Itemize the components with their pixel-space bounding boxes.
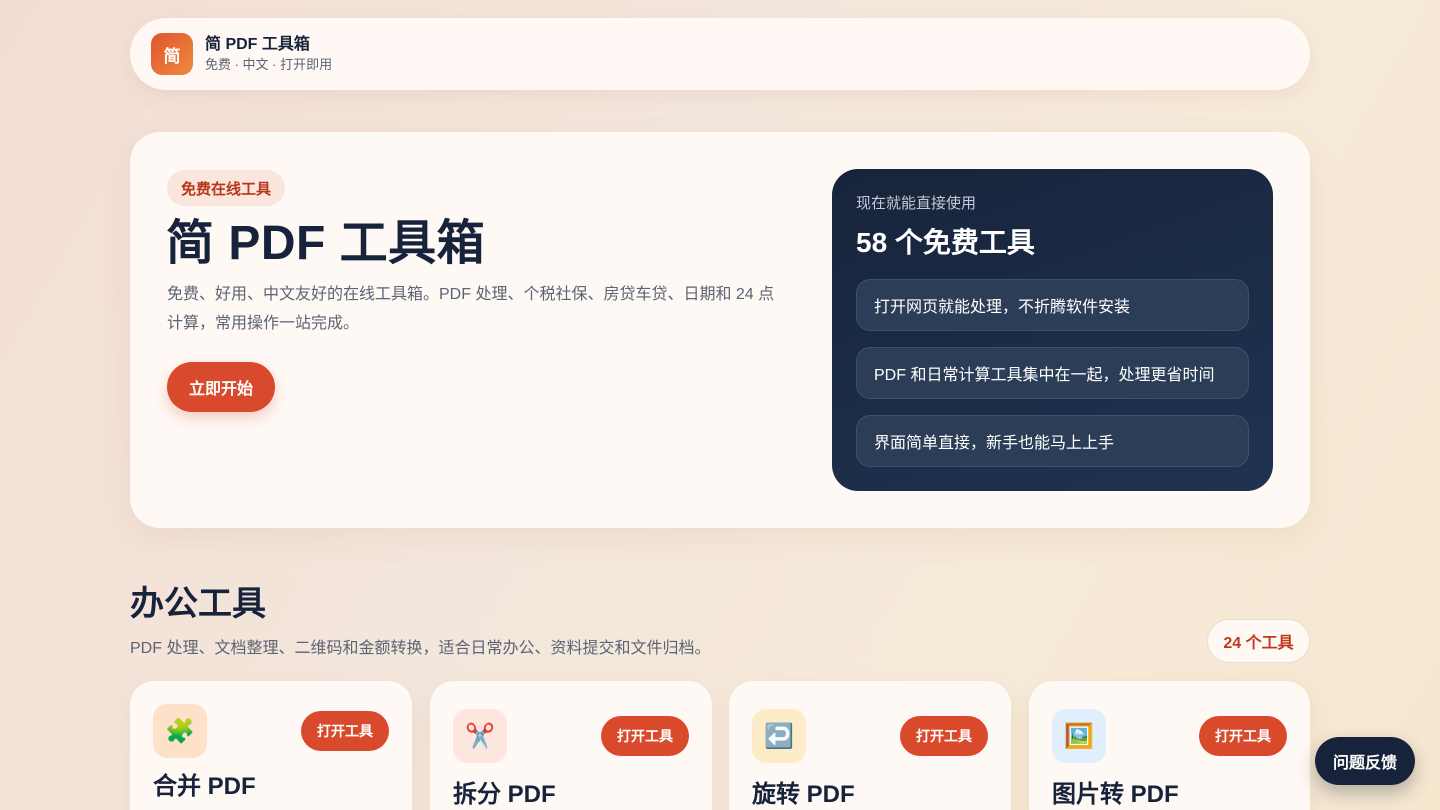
hero-badge: 免费在线工具 bbox=[167, 170, 286, 206]
open-tool-button[interactable]: 打开工具 bbox=[601, 716, 689, 756]
brand-name: 简 PDF 工具箱 bbox=[205, 35, 310, 53]
tool-name: 拆分 PDF bbox=[453, 781, 556, 808]
section-title: 办公工具 bbox=[130, 585, 266, 623]
tool-card-rotate-pdf[interactable]: ↩️ 打开工具 旋转 PDF bbox=[729, 681, 1011, 810]
tool-card-merge-pdf[interactable]: 🧩 打开工具 合并 PDF bbox=[130, 681, 412, 810]
logo-icon[interactable]: 简 bbox=[151, 33, 193, 75]
tool-name: 旋转 PDF bbox=[752, 781, 855, 808]
hero-section: 免费在线工具 简 PDF 工具箱 免费、好用、中文友好的在线工具箱。PDF 处理… bbox=[130, 132, 1310, 528]
hero-info-panel: 现在就能直接使用 58 个免费工具 打开网页就能处理，不折腾软件安装 PDF 和… bbox=[832, 169, 1273, 491]
feature-item: 打开网页就能处理，不折腾软件安装 bbox=[856, 279, 1249, 331]
feature-item: PDF 和日常计算工具集中在一起，处理更省时间 bbox=[856, 347, 1249, 399]
brand[interactable]: 简 PDF 工具箱 免费 · 中文 · 打开即用 bbox=[205, 35, 332, 74]
start-now-button[interactable]: 立即开始 bbox=[167, 362, 275, 412]
brand-tagline: 免费 · 中文 · 打开即用 bbox=[205, 56, 333, 72]
feedback-button[interactable]: 问题反馈 bbox=[1315, 737, 1415, 785]
open-tool-button[interactable]: 打开工具 bbox=[1199, 716, 1287, 756]
scissors-icon: ✂️ bbox=[453, 709, 507, 763]
panel-kicker: 现在就能直接使用 bbox=[856, 195, 977, 212]
rotate-icon: ↩️ bbox=[752, 709, 806, 763]
feature-item: 界面简单直接，新手也能马上上手 bbox=[856, 415, 1249, 467]
image-icon: 🖼️ bbox=[1052, 709, 1106, 763]
top-nav: 简 简 PDF 工具箱 免费 · 中文 · 打开即用 bbox=[130, 18, 1310, 90]
tool-card-image-to-pdf[interactable]: 🖼️ 打开工具 图片转 PDF bbox=[1029, 681, 1310, 810]
tool-name: 合并 PDF bbox=[153, 773, 256, 800]
tool-name: 图片转 PDF bbox=[1052, 781, 1179, 808]
open-tool-button[interactable]: 打开工具 bbox=[900, 716, 988, 756]
open-tool-button[interactable]: 打开工具 bbox=[301, 711, 389, 751]
section-description: PDF 处理、文档整理、二维码和金额转换，适合日常办公、资料提交和文件归档。 bbox=[130, 640, 711, 657]
tool-card-split-pdf[interactable]: ✂️ 打开工具 拆分 PDF bbox=[430, 681, 712, 810]
page-title: 简 PDF 工具箱 bbox=[166, 217, 486, 270]
section-count-badge: 24 个工具 bbox=[1207, 619, 1310, 663]
puzzle-icon: 🧩 bbox=[153, 704, 207, 758]
tool-count-heading: 58 个免费工具 bbox=[856, 227, 1035, 258]
hero-description: 免费、好用、中文友好的在线工具箱。PDF 处理、个税社保、房贷车贷、日期和 24… bbox=[167, 286, 775, 332]
